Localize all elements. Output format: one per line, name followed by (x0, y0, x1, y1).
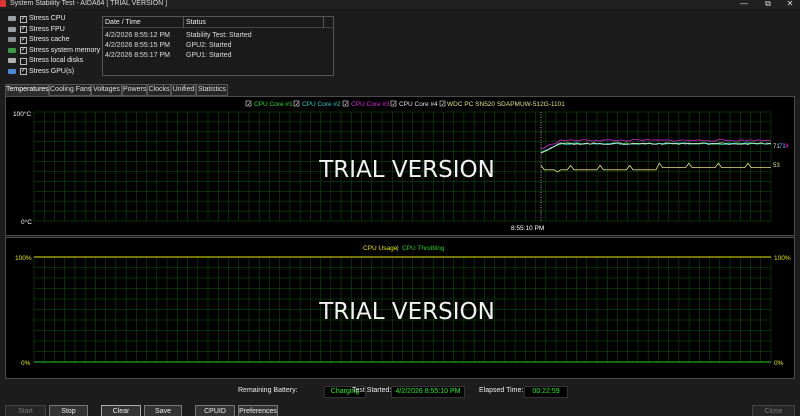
temperature-chart-panel: ✓ CPU Core #1 ✓ CPU Core #2 ✓ CPU Core #… (5, 96, 795, 236)
status-log-table: Date / Time Status 4/2/2026 8:55:12 PM S… (102, 16, 334, 76)
legend-cpu-throttling: CPU Throttling (402, 245, 445, 252)
y-axis-left-min: 0% (21, 360, 31, 367)
start-button[interactable]: Start (5, 405, 46, 416)
stress-option-label: Stress FPU (29, 25, 65, 33)
table-row[interactable]: 4/2/2026 8:55:17 PM GPU1: Started (103, 50, 333, 60)
gpu-card-icon (8, 68, 16, 74)
tab-powers[interactable]: Powers (122, 84, 147, 96)
close-window-button[interactable]: ✕ (780, 0, 800, 8)
row-status: GPU2: Started (186, 42, 232, 49)
column-separator (183, 17, 184, 28)
y-axis-right-max: 100% (774, 255, 791, 262)
tab-statistics[interactable]: Statistics (196, 84, 228, 96)
cache-chip-icon (8, 37, 16, 43)
close-button[interactable]: Close (752, 405, 795, 416)
elapsed-time-value: 00:22:59 (524, 386, 568, 398)
preferences-button[interactable]: Preferences (238, 405, 278, 416)
stress-option-row[interactable]: ✓ Stress system memory (4, 46, 101, 57)
stress-options: ✓ Stress CPU ✓ Stress FPU ✓ Stress cache ✓ Stre… (4, 14, 101, 78)
y-axis-max-label: 100°C (13, 110, 31, 118)
y-axis-min-label: 0°C (21, 218, 32, 226)
y-axis-right-min: 0% (774, 360, 784, 367)
elapsed-time-label: Elapsed Time: (479, 387, 524, 394)
trial-watermark: TRIAL VERSION (318, 157, 495, 183)
status-table-header: Date / Time Status (103, 17, 333, 28)
table-row[interactable]: 4/2/2026 8:55:12 PM Stability Test: Star… (103, 30, 333, 40)
time-marker-label: 8:55:10 PM (511, 225, 544, 232)
temperature-legend: ✓ CPU Core #1 ✓ CPU Core #2 ✓ CPU Core #… (245, 100, 565, 108)
remaining-battery-label: Remaining Battery: (238, 387, 298, 394)
memory-module-icon (8, 47, 16, 53)
check-icon: ✓ (441, 102, 445, 108)
fpu-chip-icon (8, 26, 16, 32)
cpuid-button[interactable]: CPUID (195, 405, 235, 416)
trial-watermark: TRIAL VERSION (318, 299, 495, 325)
check-icon: ✓ (247, 102, 251, 108)
stress-option-label: Stress system memory (29, 46, 101, 54)
stress-option-row[interactable]: ✓ Stress cache (4, 35, 99, 46)
test-started-label: Test Started: (352, 387, 392, 394)
minimize-button[interactable]: — (734, 0, 754, 8)
stress-option-label: Stress CPU (29, 15, 66, 22)
cpu-chip-icon (8, 16, 16, 21)
clear-button[interactable]: Clear (101, 405, 141, 416)
row-status: Stability Test: Started (186, 32, 252, 39)
stress-option-checkbox[interactable]: ✓ (20, 15, 27, 23)
row-datetime: 4/2/2026 8:55:15 PM (105, 42, 170, 49)
stress-option-row[interactable]: Stress local disks (4, 56, 99, 67)
tab-cooling-fans[interactable]: Cooling Fans (49, 84, 91, 96)
stress-option-checkbox[interactable]: ✓ (20, 36, 27, 44)
check-icon: ✓ (344, 102, 348, 108)
tab-unified[interactable]: Unified (171, 84, 196, 96)
temperature-chart: ✓ CPU Core #1 ✓ CPU Core #2 ✓ CPU Core #… (13, 100, 789, 232)
stress-option-row[interactable]: ✓ Stress GPU(s) (4, 67, 99, 78)
stop-button[interactable]: Stop (49, 405, 88, 416)
legend-separator: | (397, 245, 399, 252)
status-column-header[interactable]: Status (186, 19, 206, 26)
series-end-value: 74 (782, 144, 789, 150)
check-icon: ✓ (392, 102, 396, 108)
datetime-column-header[interactable]: Date / Time (105, 19, 141, 26)
aida64-app-icon (0, 0, 6, 7)
maximize-button[interactable]: ⧉ (758, 0, 778, 8)
tab-voltages[interactable]: Voltages (91, 84, 122, 96)
temperature-series-line (540, 162, 771, 173)
stress-option-checkbox[interactable]: ✓ (20, 47, 27, 55)
legend-label-core2: CPU Core #2 (302, 101, 341, 108)
legend-label-ssd: WDC PC SN520 SDAPMUW-512G-1101 (447, 101, 565, 108)
save-button[interactable]: Save (144, 405, 182, 416)
y-axis-left-max: 100% (15, 255, 32, 262)
stress-option-label: Stress GPU(s) (29, 67, 75, 75)
legend-cpu-usage: CPU Usage (363, 245, 398, 252)
series-end-value: 53 (773, 163, 780, 169)
check-icon: ✓ (295, 102, 299, 108)
tab-temperatures[interactable]: Temperatures (5, 84, 49, 96)
test-started-value: 4/2/2026 8:55:10 PM (391, 386, 465, 398)
legend-label-core1: CPU Core #1 (254, 101, 293, 108)
title-bar: System Stability Test - AIDA64 [ TRIAL V… (0, 0, 800, 9)
temperature-series (540, 139, 772, 173)
stress-option-row[interactable]: ✓ Stress FPU (4, 25, 99, 36)
row-datetime: 4/2/2026 8:55:17 PM (105, 52, 170, 59)
stress-option-checkbox[interactable]: ✓ (20, 68, 27, 76)
cpu-usage-chart-panel: CPU Usage | CPU Throttling 100% 0% 100% … (5, 237, 795, 379)
stress-option-label: Stress local disks (29, 57, 84, 65)
column-separator (323, 17, 324, 28)
stress-option-checkbox[interactable] (20, 57, 27, 65)
legend-label-core4: CPU Core #4 (399, 101, 438, 108)
table-row[interactable]: 4/2/2026 8:55:15 PM GPU2: Started (103, 40, 333, 50)
disk-drive-icon (8, 58, 16, 64)
stress-option-checkbox[interactable]: ✓ (20, 26, 27, 34)
window-title: System Stability Test - AIDA64 [ TRIAL V… (10, 0, 168, 7)
row-datetime: 4/2/2026 8:55:12 PM (105, 32, 170, 39)
stress-option-row[interactable]: ✓ Stress CPU (4, 14, 99, 25)
row-status: GPU1: Started (186, 52, 232, 59)
tab-clocks[interactable]: Clocks (147, 84, 171, 96)
cpu-usage-chart: CPU Usage | CPU Throttling 100% 0% 100% … (15, 245, 791, 367)
legend-label-core3: CPU Core #3 (351, 101, 390, 108)
stress-option-label: Stress cache (29, 36, 70, 44)
